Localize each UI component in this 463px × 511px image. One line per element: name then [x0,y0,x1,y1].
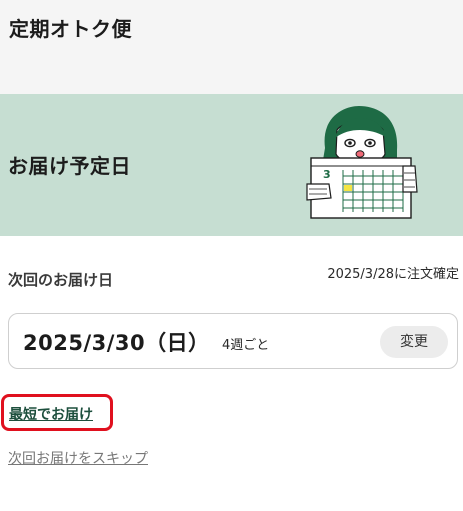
delivery-schedule-banner: お届け予定日 3 [0,94,463,236]
delivery-date-card: 2025/3/30（日） 4週ごと 変更 [8,313,458,369]
page-header: 定期オトク便 [0,0,463,94]
skip-next-delivery-link[interactable]: 次回お届けをスキップ [8,448,148,468]
change-button[interactable]: 変更 [380,326,448,358]
svg-text:3: 3 [323,168,331,181]
banner-heading: お届け予定日 [8,154,131,178]
delivery-date: 2025/3/30（日） [23,331,210,355]
next-delivery-label: 次回のお届け日 [8,271,114,289]
highlight-box: 最短でお届け [1,394,113,431]
earliest-delivery-link[interactable]: 最短でお届け [9,404,93,424]
order-confirmation-date: 2025/3/28に注文確定 [327,267,459,282]
page-title: 定期オトク便 [9,17,132,41]
delivery-frequency: 4週ごと [222,338,270,353]
person-holding-calendar-icon: 3 [306,106,418,219]
